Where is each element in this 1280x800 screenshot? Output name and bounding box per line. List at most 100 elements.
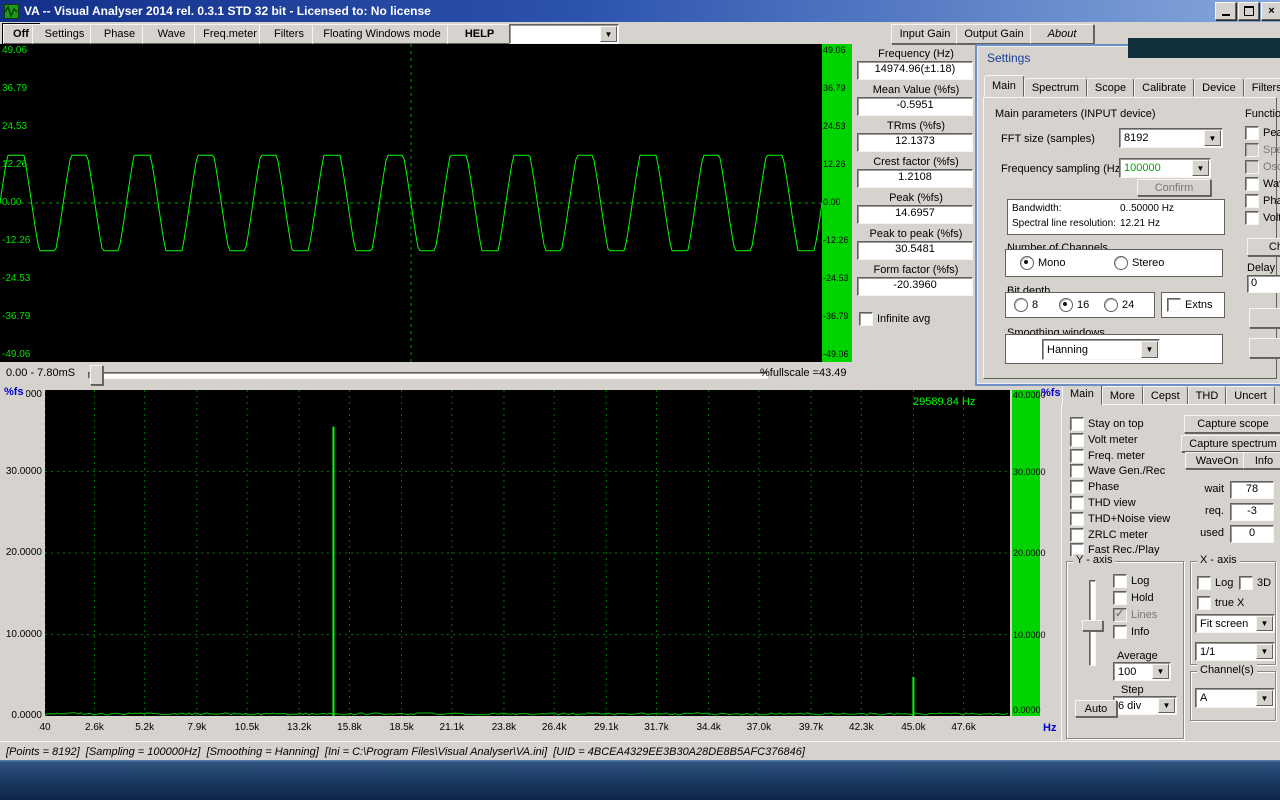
spectrum-x-label: 29.1k <box>586 722 626 733</box>
fit-screen-combobox[interactable]: Fit screen ▼ <box>1195 614 1275 633</box>
average-combobox[interactable]: 100 ▼ <box>1113 662 1171 681</box>
input-gain-button[interactable]: Input Gain <box>891 24 959 44</box>
x-3d-checkbox[interactable] <box>1239 576 1253 590</box>
output-gain-button[interactable]: Output Gain <box>956 24 1032 44</box>
minimize-button[interactable] <box>1215 2 1236 20</box>
extns-label: Extns <box>1185 299 1213 311</box>
truex-checkbox[interactable] <box>1197 596 1211 610</box>
settings-button[interactable]: Settings <box>32 24 97 44</box>
percent-fs-label-right: %fs <box>1041 387 1061 399</box>
settings-tab-main[interactable]: Main <box>984 75 1024 97</box>
confirm-button[interactable]: Confirm <box>1137 179 1211 196</box>
radio-stereo[interactable] <box>1114 256 1128 270</box>
counter-label: wait <box>1192 483 1224 495</box>
chevron-down-icon[interactable]: ▼ <box>1158 698 1175 713</box>
checkbox-osci[interactable] <box>1245 160 1259 174</box>
toolbar-combobox[interactable]: ▼ <box>509 24 619 44</box>
scope-waveform <box>0 44 822 362</box>
chevron-down-icon[interactable]: ▼ <box>1204 130 1221 146</box>
checkbox-stay-on-top[interactable] <box>1070 417 1084 431</box>
infinite-avg-checkbox[interactable] <box>859 312 873 326</box>
radio-bit-24[interactable] <box>1104 298 1118 312</box>
freq-meter-button[interactable]: Freq.meter <box>194 24 266 44</box>
spectrum-x-label: 40 <box>25 722 65 733</box>
clipped-button[interactable] <box>1249 308 1280 328</box>
spectrum-x-label: 42.3k <box>841 722 881 733</box>
panel-tab-cepst[interactable]: Cepst <box>1143 386 1188 405</box>
scope-y-label: -24.53 <box>2 274 30 284</box>
radio-mono[interactable] <box>1020 256 1034 270</box>
checkbox-wave-gen-rec[interactable] <box>1070 464 1084 478</box>
floating-windows-button[interactable]: Floating Windows mode <box>312 24 452 44</box>
checkbox-spe[interactable] <box>1245 143 1259 157</box>
panel-tab-thd[interactable]: THD <box>1188 386 1227 405</box>
close-button[interactable]: × <box>1261 2 1280 20</box>
radio-bit-16[interactable] <box>1059 298 1073 312</box>
maximize-button[interactable] <box>1238 2 1259 20</box>
spectrum-plot[interactable]: 29589.84 Hz <box>45 390 1010 716</box>
measurement-label: Peak to peak (%fs) <box>853 228 979 240</box>
checkbox-pha[interactable] <box>1245 194 1259 208</box>
chevron-down-icon[interactable]: ▼ <box>1192 160 1209 176</box>
x-log-checkbox[interactable] <box>1197 576 1211 590</box>
checkbox-volt-meter[interactable] <box>1070 433 1084 447</box>
chevron-down-icon[interactable]: ▼ <box>1256 690 1273 706</box>
filters-button[interactable]: Filters <box>259 24 319 44</box>
checkbox-volt[interactable] <box>1245 211 1259 225</box>
smoothing-value: Hanning <box>1047 344 1088 356</box>
extns-checkbox[interactable] <box>1167 298 1181 312</box>
settings-tab-scope[interactable]: Scope <box>1087 78 1134 97</box>
infinite-avg-row: Infinite avg <box>859 312 930 326</box>
info-button[interactable]: Info <box>1243 452 1280 469</box>
about-button[interactable]: About <box>1030 24 1094 44</box>
wave-button[interactable]: Wave <box>142 24 201 44</box>
chevron-down-icon[interactable]: ▼ <box>1152 664 1169 679</box>
settings-tab-calibrate[interactable]: Calibrate <box>1134 78 1194 97</box>
oscilloscope-plot[interactable] <box>0 44 822 362</box>
panel-tab-uncert[interactable]: Uncert <box>1226 386 1274 405</box>
phase-button[interactable]: Phase <box>90 24 149 44</box>
ratio-combobox[interactable]: 1/1 ▼ <box>1195 642 1275 661</box>
y-axis-group-title: Y - axis <box>1073 554 1115 566</box>
checkbox-label: Volt <box>1263 212 1280 224</box>
spectrum-scale-label: 0.0000 <box>1013 706 1041 715</box>
delay-field[interactable]: 0 <box>1247 275 1280 293</box>
clipped-che-button[interactable]: Che <box>1247 238 1280 256</box>
truex-label: true X <box>1215 597 1244 609</box>
step-combobox[interactable]: 6 div ▼ <box>1113 696 1177 715</box>
checkbox-hold[interactable] <box>1113 591 1127 605</box>
settings-tab-filters[interactable]: Filters <box>1244 78 1280 97</box>
auto-button[interactable]: Auto <box>1075 700 1117 717</box>
capture-spectrum-button[interactable]: Capture spectrum <box>1181 435 1280 452</box>
wave-on-button[interactable]: WaveOn <box>1185 452 1249 469</box>
chevron-down-icon[interactable]: ▼ <box>1256 644 1273 659</box>
checkbox-wav[interactable] <box>1245 177 1259 191</box>
settings-tab-device[interactable]: Device <box>1194 78 1244 97</box>
y-scale-slider-thumb[interactable] <box>1082 620 1103 631</box>
checkbox-lines[interactable] <box>1113 608 1127 622</box>
settings-tab-spectrum[interactable]: Spectrum <box>1024 78 1087 97</box>
checkbox-info[interactable] <box>1113 625 1127 639</box>
checkbox-freq-meter[interactable] <box>1070 449 1084 463</box>
channel-combobox[interactable]: A ▼ <box>1195 688 1275 708</box>
chevron-down-icon[interactable]: ▼ <box>1141 341 1158 358</box>
chevron-down-icon[interactable]: ▼ <box>600 26 617 42</box>
chevron-down-icon[interactable]: ▼ <box>1256 616 1273 631</box>
clipped-button[interactable] <box>1249 338 1280 358</box>
checkbox-peak[interactable] <box>1245 126 1259 140</box>
sampling-combobox[interactable]: 100000 ▼ <box>1119 158 1211 178</box>
panel-tab-more[interactable]: More <box>1102 386 1143 405</box>
scope-scale-label: 12.26 <box>823 160 846 169</box>
fft-size-combobox[interactable]: 8192 ▼ <box>1119 128 1223 148</box>
help-button[interactable]: HELP <box>447 24 512 44</box>
bandwidth-label: Bandwidth: <box>1012 203 1061 214</box>
time-scroll-track[interactable] <box>88 372 768 379</box>
radio-bit-8[interactable] <box>1014 298 1028 312</box>
smoothing-combobox[interactable]: Hanning ▼ <box>1042 339 1160 360</box>
capture-scope-button[interactable]: Capture scope <box>1184 415 1280 433</box>
spectrum-y-axis: 40.000030.000020.000010.00000.0000 <box>0 390 42 720</box>
time-scroll-thumb[interactable] <box>90 365 103 385</box>
panel-tab-main[interactable]: Main <box>1062 383 1102 405</box>
checkbox-log[interactable] <box>1113 574 1127 588</box>
fft-size-label: FFT size (samples) <box>1001 133 1095 145</box>
